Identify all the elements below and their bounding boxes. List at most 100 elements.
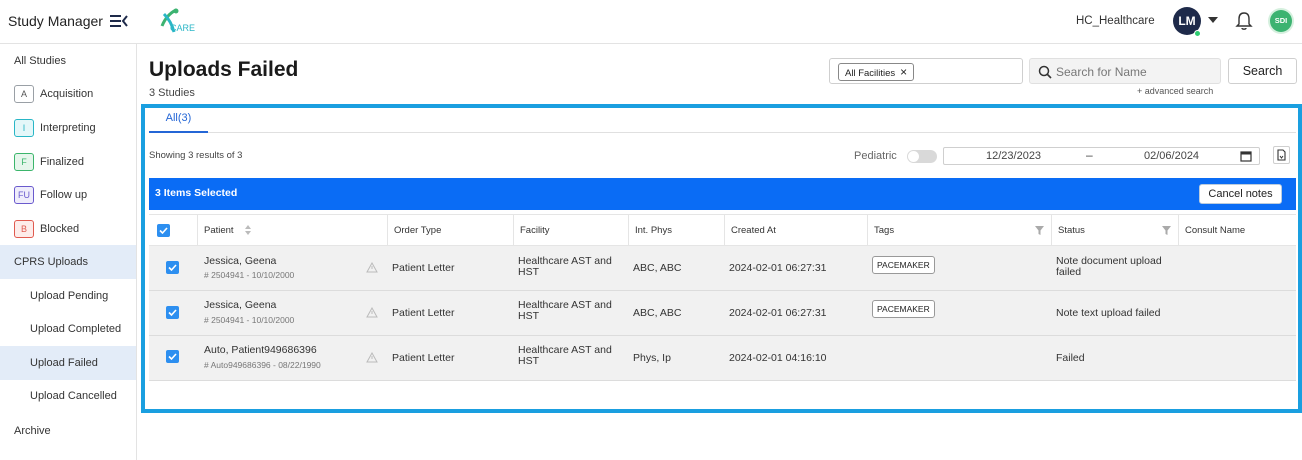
date-separator: – <box>1086 148 1093 162</box>
warning-icon <box>366 307 378 318</box>
column-label: Order Type <box>394 225 442 236</box>
sidebar-item-label: Archive <box>14 425 51 437</box>
sidebar-item-label: Upload Pending <box>30 290 109 302</box>
search-input[interactable] <box>1056 62 1216 82</box>
column-status[interactable]: Status <box>1051 215 1178 246</box>
blocked-badge: B <box>14 220 34 238</box>
facility-chip: All Facilities × <box>838 63 915 81</box>
top-bar: Study Manager CARE HC_Healthcare LM SDI <box>0 0 1302 44</box>
svg-text:CARE: CARE <box>170 23 195 33</box>
advanced-search-link[interactable]: + advanced search <box>1137 86 1213 96</box>
table-row[interactable]: Auto, Patient949686396 # Auto949686396 -… <box>149 336 1296 381</box>
date-from: 12/23/2023 <box>986 150 1042 162</box>
sidebar-item-all-studies[interactable]: All Studies <box>0 44 136 78</box>
sidebar-item-upload-cancelled[interactable]: Upload Cancelled <box>0 379 136 413</box>
column-created-at[interactable]: Created At <box>724 215 867 246</box>
chevron-down-icon[interactable] <box>1208 17 1218 23</box>
column-facility[interactable]: Facility <box>513 215 628 246</box>
finalized-badge: F <box>14 153 34 171</box>
column-patient[interactable]: Patient <box>197 215 387 246</box>
patient-name[interactable]: Auto, Patient949686396 <box>204 344 317 356</box>
online-status-dot <box>1194 30 1201 37</box>
patient-id: # 2504941 - 10/10/2000 <box>204 270 295 280</box>
date-range-picker[interactable]: 12/23/2023 – 02/06/2024 <box>943 147 1260 165</box>
filter-icon[interactable] <box>1162 226 1171 235</box>
status-text: Note document upload failed <box>1056 255 1162 278</box>
column-label: Created At <box>731 225 776 236</box>
patient-id: # 2504941 - 10/10/2000 <box>204 315 295 325</box>
sidebar-item-archive[interactable]: Archive <box>0 414 136 448</box>
table-row[interactable]: Jessica, Geena # 2504941 - 10/10/2000 Pa… <box>149 291 1296 336</box>
column-label: Patient <box>204 225 234 236</box>
toggle-knob <box>908 151 919 162</box>
calendar-icon[interactable] <box>1240 150 1252 162</box>
export-pdf-icon[interactable] <box>1273 146 1290 164</box>
cancel-notes-button[interactable]: Cancel notes <box>1199 184 1282 204</box>
sidebar-item-label: Upload Failed <box>30 357 98 369</box>
facility: Healthcare AST and HST <box>518 255 612 278</box>
sidebar: All Studies A Acquisition I Interpreting… <box>0 44 137 460</box>
int-phys: ABC, ABC <box>633 262 682 274</box>
column-order-type[interactable]: Order Type <box>387 215 513 246</box>
follow-up-badge: FU <box>14 186 34 204</box>
column-int-phys[interactable]: Int. Phys <box>628 215 724 246</box>
status-text: Failed <box>1056 352 1085 364</box>
column-label: Facility <box>520 225 550 236</box>
select-all-checkbox[interactable] <box>157 224 170 237</box>
patient-name[interactable]: Jessica, Geena <box>204 299 276 311</box>
organization-badge[interactable]: SDI <box>1270 10 1292 32</box>
order-type: Patient Letter <box>392 307 455 319</box>
sidebar-item-follow-up[interactable]: FU Follow up <box>0 178 136 212</box>
close-icon[interactable]: × <box>900 65 907 79</box>
warning-icon <box>366 262 378 273</box>
tag-badge: PACEMAKER <box>872 256 935 274</box>
row-checkbox[interactable] <box>166 261 179 274</box>
column-label: Tags <box>874 225 895 236</box>
filter-icon[interactable] <box>1035 226 1044 235</box>
sidebar-item-acquisition[interactable]: A Acquisition <box>0 77 136 111</box>
order-type: Patient Letter <box>392 262 455 274</box>
row-checkbox[interactable] <box>166 350 179 363</box>
interpreting-badge: I <box>14 119 34 137</box>
tag-badge: PACEMAKER <box>872 300 935 318</box>
acquisition-badge: A <box>14 85 34 103</box>
patient-name[interactable]: Jessica, Geena <box>204 255 276 267</box>
created-at: 2024-02-01 04:16:10 <box>729 352 827 364</box>
row-checkbox[interactable] <box>166 306 179 319</box>
pediatric-toggle[interactable] <box>907 150 937 163</box>
select-all-cell <box>149 215 197 246</box>
sidebar-item-interpreting[interactable]: I Interpreting <box>0 111 136 145</box>
patient-id: # Auto949686396 - 08/22/1990 <box>204 360 321 370</box>
table-row[interactable]: Jessica, Geena # 2504941 - 10/10/2000 Pa… <box>149 246 1296 291</box>
page-title: Uploads Failed <box>149 58 299 81</box>
organization-name: HC_Healthcare <box>1076 15 1155 27</box>
sidebar-item-finalized[interactable]: F Finalized <box>0 145 136 179</box>
facility-chip-label: All Facilities <box>845 68 896 79</box>
facility-filter[interactable]: All Facilities × <box>829 58 1023 84</box>
sidebar-item-label: Acquisition <box>40 88 94 100</box>
app-title: Study Manager <box>8 13 103 29</box>
warning-icon <box>366 352 378 363</box>
sort-icon[interactable] <box>244 224 252 236</box>
int-phys: ABC, ABC <box>633 307 682 319</box>
sidebar-item-upload-pending[interactable]: Upload Pending <box>0 279 136 313</box>
column-consult-name[interactable]: Consult Name <box>1178 215 1296 246</box>
int-phys: Phys, Ip <box>633 352 671 364</box>
sidebar-item-label: Finalized <box>40 156 85 168</box>
sidebar-item-blocked[interactable]: B Blocked <box>0 212 136 246</box>
bell-icon[interactable] <box>1235 11 1253 31</box>
column-tags[interactable]: Tags <box>867 215 1051 246</box>
company-logo: CARE <box>160 8 195 33</box>
sidebar-item-cprs-uploads[interactable]: CPRS Uploads <box>0 245 136 279</box>
facility: Healthcare AST and HST <box>518 299 612 322</box>
sidebar-item-label: Blocked <box>40 223 80 235</box>
date-to: 02/06/2024 <box>1144 150 1200 162</box>
menu-collapse-icon[interactable] <box>110 13 128 29</box>
sidebar-item-label: CPRS Uploads <box>14 256 88 268</box>
selection-bar: 3 Items Selected Cancel notes <box>149 178 1296 210</box>
search-icon <box>1038 65 1052 79</box>
sidebar-item-upload-failed[interactable]: Upload Failed <box>0 346 136 380</box>
sidebar-item-upload-completed[interactable]: Upload Completed <box>0 312 136 346</box>
search-button[interactable]: Search <box>1228 58 1297 84</box>
tab-all[interactable]: All(3) <box>149 109 208 133</box>
